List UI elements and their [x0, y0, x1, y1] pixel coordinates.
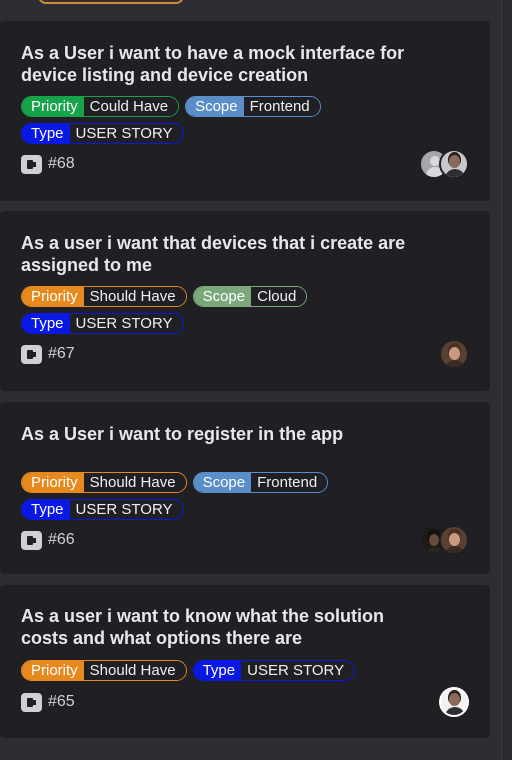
type-tag: Type USER STORY [21, 499, 184, 520]
tag-key: Type [193, 661, 242, 680]
assignees [439, 687, 469, 717]
tag-key: Scope [193, 473, 252, 492]
tag-value: Frontend [243, 97, 320, 116]
card-title[interactable]: As a user i want to know what the soluti… [21, 605, 469, 649]
previous-card-tag [38, 0, 184, 4]
tag-list: Priority Should Have Type USER STORY [21, 660, 401, 681]
tag-list: Type USER STORY [21, 499, 401, 520]
priority-tag: Priority Could Have [21, 96, 180, 117]
issue-number[interactable]: #68 [48, 155, 75, 173]
tag-list: Priority Should Have Scope Frontend [21, 472, 401, 493]
scrollbar[interactable] [501, 0, 512, 760]
tag-key: Type [22, 124, 70, 143]
priority-tag: Priority Should Have [21, 472, 187, 493]
tag-value: USER STORY [69, 124, 183, 143]
avatar[interactable] [439, 339, 469, 369]
tag-key: Type [22, 314, 70, 333]
card-title[interactable]: As a User i want to have a mock interfac… [21, 42, 469, 86]
assignees [419, 525, 469, 555]
issue-card[interactable]: As a user i want that devices that i cre… [0, 211, 490, 391]
issue-number[interactable]: #65 [48, 693, 75, 711]
card-title[interactable]: As a user i want that devices that i cre… [21, 232, 469, 276]
issue-card[interactable]: As a User i want to have a mock interfac… [0, 21, 490, 201]
tag-value: Should Have [83, 473, 186, 492]
tag-list: Type USER STORY [21, 313, 401, 334]
tag-value: Could Have [83, 97, 179, 116]
assignees [419, 149, 469, 179]
avatar[interactable] [439, 687, 469, 717]
tag-value: Should Have [83, 287, 186, 306]
type-tag: Type USER STORY [21, 123, 184, 144]
tag-key: Priority [22, 287, 84, 306]
board-column: As a User i want to have a mock interfac… [0, 0, 500, 760]
card-footer: #67 [21, 339, 469, 369]
scope-tag: Scope Cloud [192, 286, 308, 307]
card-footer: #65 [21, 687, 469, 717]
tag-key: Scope [186, 97, 244, 116]
assignees [439, 339, 469, 369]
priority-tag: Priority Should Have [21, 660, 187, 681]
tag-key: Scope [193, 287, 252, 306]
tag-list: Priority Could Have Scope Frontend [21, 96, 401, 117]
tag-key: Priority [22, 473, 84, 492]
avatar[interactable] [439, 525, 469, 555]
type-tag: Type USER STORY [192, 660, 356, 681]
tag-value: USER STORY [69, 500, 183, 519]
tag-value: Should Have [83, 661, 186, 680]
card-footer: #68 [21, 149, 469, 179]
card-footer: #66 [21, 525, 469, 555]
scope-tag: Scope Frontend [185, 96, 321, 117]
tag-list: Type USER STORY [21, 123, 401, 144]
tag-key: Type [22, 500, 70, 519]
issue-icon [21, 692, 42, 712]
tag-key: Priority [22, 661, 84, 680]
issue-icon [21, 344, 42, 364]
issue-number[interactable]: #66 [48, 531, 75, 549]
issue-icon [21, 154, 42, 174]
type-tag: Type USER STORY [21, 313, 184, 334]
tag-value: Frontend [251, 473, 328, 492]
tag-value: USER STORY [69, 314, 183, 333]
avatar[interactable] [439, 149, 469, 179]
issue-card[interactable]: As a User i want to register in the app … [0, 402, 490, 574]
card-title[interactable]: As a User i want to register in the app [21, 423, 469, 445]
issue-number[interactable]: #67 [48, 345, 75, 363]
issue-icon [21, 530, 42, 550]
scope-tag: Scope Frontend [192, 472, 329, 493]
tag-list: Priority Should Have Scope Cloud [21, 286, 401, 307]
tag-key: Priority [22, 97, 84, 116]
issue-card[interactable]: As a user i want to know what the soluti… [0, 585, 490, 738]
priority-tag: Priority Should Have [21, 286, 187, 307]
tag-value: USER STORY [241, 661, 355, 680]
tag-value: Cloud [251, 287, 307, 306]
